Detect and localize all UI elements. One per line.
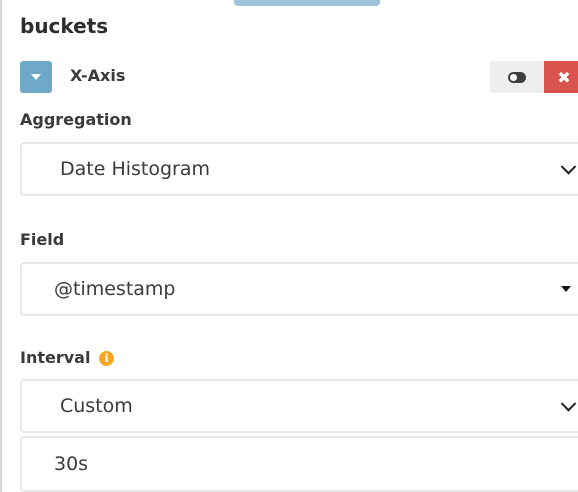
aggregation-header: X-Axis ✖ — [20, 61, 578, 93]
interval-select-value: Custom — [60, 395, 133, 417]
remove-aggregation-button[interactable]: ✖ — [544, 61, 578, 93]
buckets-panel: buckets X-Axis ✖ Aggregation Date Histog… — [0, 0, 578, 492]
disable-aggregation-button[interactable] — [490, 61, 544, 93]
interval-label-text: Interval — [20, 348, 91, 367]
aggregation-name: X-Axis — [70, 66, 126, 85]
aggregation-label: Aggregation — [20, 110, 132, 129]
custom-interval-input[interactable]: 30s — [20, 436, 578, 492]
toggle-switch-icon — [508, 71, 526, 83]
field-label: Field — [20, 230, 65, 249]
field-select-value: @timestamp — [54, 278, 176, 300]
field-select[interactable]: @timestamp — [20, 262, 578, 316]
custom-interval-value: 30s — [54, 453, 89, 475]
close-icon: ✖ — [557, 67, 571, 87]
caret-down-icon — [31, 74, 41, 80]
chevron-down-icon — [560, 159, 577, 175]
interval-label: Interval i — [20, 348, 115, 367]
caret-down-icon — [561, 286, 571, 292]
info-icon[interactable]: i — [99, 351, 115, 366]
chevron-down-icon — [560, 396, 577, 412]
toggle-aggregation-button[interactable] — [20, 61, 52, 93]
interval-select[interactable]: Custom — [20, 379, 578, 433]
top-tab[interactable] — [234, 0, 380, 6]
aggregation-select-value: Date Histogram — [60, 158, 211, 180]
section-title: buckets — [20, 14, 109, 38]
aggregation-select[interactable]: Date Histogram — [20, 142, 578, 196]
